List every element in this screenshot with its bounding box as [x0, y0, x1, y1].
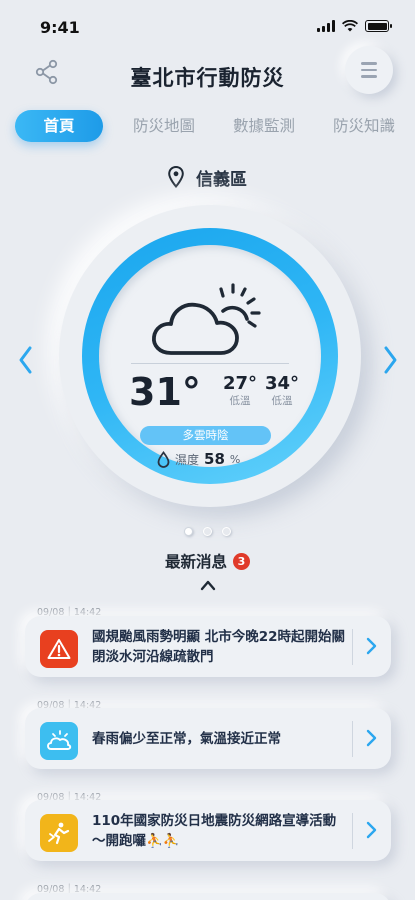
weather-divider: [131, 363, 289, 364]
chevron-up-icon[interactable]: [199, 578, 217, 592]
humidity-unit: %: [229, 452, 241, 466]
header: 臺北市行動防災: [0, 46, 415, 100]
weather-dial: 31° 27° 低溫 34° 低溫 多雲時陰 濕度 58 %: [59, 205, 361, 507]
weather-icon: [40, 722, 78, 760]
menu-icon-bar: [361, 68, 377, 72]
high-temperature-value: 34°: [265, 373, 300, 394]
tab-data-monitoring[interactable]: 數據監測: [218, 110, 310, 142]
humidity-label: 濕度: [175, 452, 200, 467]
chevron-left-icon[interactable]: [16, 344, 36, 376]
news-card[interactable]: 春雨偏少至正常，氣溫接近正常: [25, 708, 391, 769]
tab-disaster-map[interactable]: 防災地圖: [118, 110, 210, 142]
high-temperature: 34° 低溫: [265, 373, 299, 408]
news-text: 國規颱風雨勢明顯 北市今晚22時起開始關閉淡水河沿線疏散門: [92, 628, 345, 665]
tab-home[interactable]: 首頁: [15, 110, 103, 142]
news-count-badge: 3: [233, 552, 250, 570]
news-card[interactable]: 110年國家防災日地震防災網路宣導活動～開跑囉⛹⛹: [25, 800, 391, 861]
tab-disaster-knowledge[interactable]: 防災知識: [318, 110, 410, 142]
menu-icon-bar: [361, 62, 377, 65]
news-text: 110年國家防災日地震防災網路宣導活動～開跑囉⛹⛹: [92, 812, 337, 849]
weather-dial-ring: 31° 27° 低溫 34° 低溫 多雲時陰 濕度 58 %: [82, 228, 338, 484]
status-icons: [317, 20, 392, 32]
news-text: 春雨偏少至正常，氣溫接近正常: [92, 730, 281, 747]
low-temperature: 27° 低溫: [223, 373, 257, 408]
chevron-right-icon[interactable]: [365, 821, 377, 839]
battery-icon: [365, 20, 392, 32]
current-temperature: 31°: [129, 370, 201, 414]
high-temperature-label: 低溫: [271, 395, 293, 407]
chevron-right-icon[interactable]: [380, 344, 400, 376]
news-card-divider: [352, 813, 353, 849]
menu-icon-bar: [361, 75, 377, 78]
status-time: 9:41: [40, 18, 80, 37]
status-bar: 9:41: [0, 0, 415, 52]
news-title: 最新消息: [164, 553, 227, 571]
humidity-value: 58: [204, 450, 225, 468]
partly-cloudy-icon: [152, 283, 261, 355]
chevron-right-icon[interactable]: [365, 729, 377, 747]
news-card[interactable]: 國規颱風雨勢明顯 北市今晚22時起開始關閉淡水河沿線疏散門: [25, 616, 391, 677]
wifi-icon: [342, 20, 358, 32]
low-temperature-label: 低溫: [229, 395, 251, 407]
carousel-dot[interactable]: [184, 527, 193, 536]
news-card-divider: [352, 721, 353, 757]
carousel-dot[interactable]: [203, 527, 212, 536]
weather-condition-badge: 多雲時陰: [140, 426, 271, 445]
water-drop-icon: [157, 450, 170, 468]
location-pin-icon: [168, 166, 184, 188]
tab-bar: 首頁 防災地圖 數據監測 防災知識: [0, 110, 415, 144]
chevron-right-icon[interactable]: [365, 637, 377, 655]
news-header: 最新消息 3: [0, 550, 415, 572]
news-card[interactable]: [25, 893, 391, 900]
location-selector[interactable]: 信義區: [0, 164, 415, 190]
menu-button[interactable]: [345, 46, 393, 94]
cellular-signal-icon: [317, 20, 335, 32]
news-card-divider: [352, 629, 353, 665]
humidity: 濕度 58 %: [157, 450, 240, 468]
low-temperature-value: 27°: [223, 373, 258, 394]
carousel-indicator: [0, 527, 415, 536]
warning-icon: [40, 630, 78, 668]
earthquake-icon: [40, 814, 78, 852]
location-district: 信義區: [196, 169, 247, 190]
weather-dial-face: 31° 27° 低溫 34° 低溫 多雲時陰 濕度 58 %: [99, 245, 321, 468]
carousel-dot[interactable]: [222, 527, 231, 536]
